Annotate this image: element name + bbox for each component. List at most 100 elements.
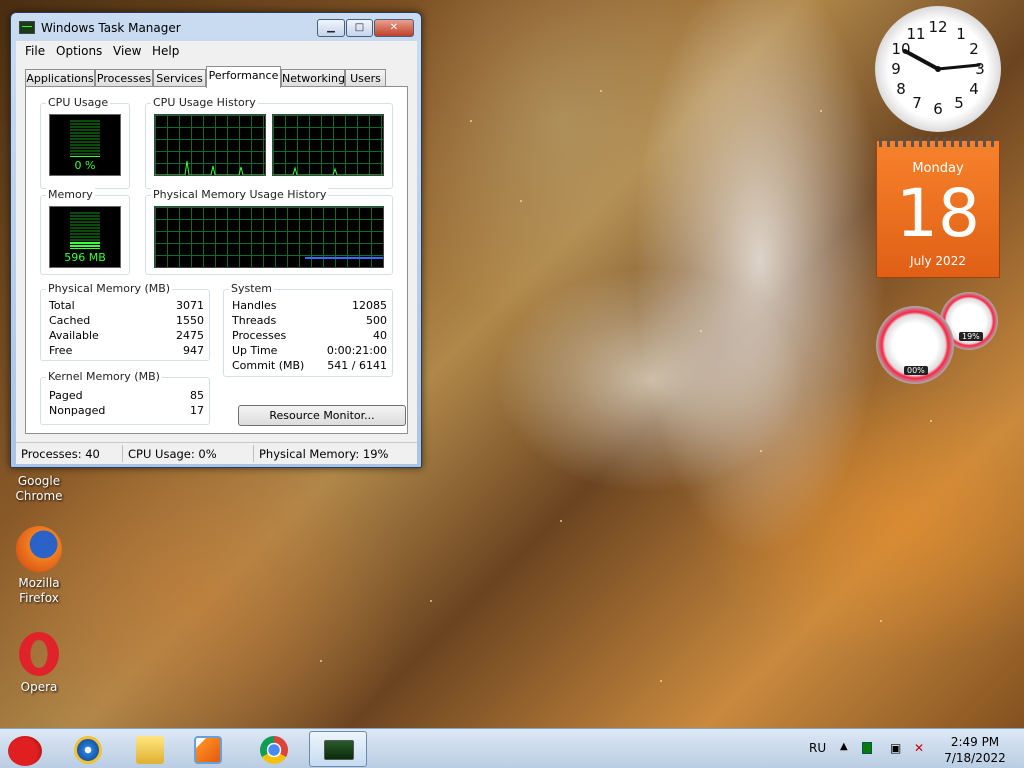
tray-time: 2:49 PM: [950, 735, 1000, 749]
explorer-folder-icon: [136, 736, 164, 764]
tray-clock[interactable]: 2:49 PM 7/18/2022: [940, 734, 1010, 766]
stat-name: Total: [49, 299, 75, 312]
desktop-icon-opera[interactable]: Opera: [4, 632, 74, 695]
stat-value: 17: [190, 404, 204, 417]
cpu-history-graph-core1: [154, 114, 266, 176]
network-icon[interactable]: ▣: [890, 741, 901, 755]
status-physical-memory: Physical Memory: 19%: [259, 447, 389, 461]
desktop-icon-label: Mozilla: [18, 576, 60, 590]
status-processes: Processes: 40: [21, 447, 100, 461]
task-manager-icon: [19, 21, 35, 34]
close-button[interactable]: ✕: [374, 19, 414, 37]
performance-panel: CPU Usage 0 % CPU Usage History Memory 5…: [25, 86, 408, 434]
stat-value: 1550: [176, 314, 204, 327]
stat-row-cached: Cached 1550: [49, 314, 204, 328]
memory-meter-value: 19%: [959, 332, 983, 341]
tab-services[interactable]: Services: [153, 69, 206, 87]
stat-row-paged: Paged 85: [49, 389, 204, 403]
stat-row-handles: Handles 12085: [232, 299, 387, 313]
taskbar-app-angry-birds[interactable]: [0, 731, 54, 767]
status-cpu-usage: CPU Usage: 0%: [128, 447, 217, 461]
desktop-icon-label: Opera: [20, 680, 58, 694]
stat-name: Processes: [232, 329, 287, 342]
stat-row-nonpaged: Nonpaged 17: [49, 404, 204, 418]
window-title: Windows Task Manager: [41, 21, 181, 35]
desktop-icon-label: Google: [17, 474, 61, 488]
taskbar-app-chrome[interactable]: [248, 731, 302, 767]
stat-name: Paged: [49, 389, 83, 402]
desktop-icon-label: Chrome: [15, 489, 63, 503]
wallpaper-sparkle: [560, 520, 562, 522]
taskbar-app-explorer[interactable]: [124, 731, 178, 767]
stat-value: 40: [373, 329, 387, 342]
menu-help[interactable]: Help: [152, 44, 179, 58]
internet-explorer-icon: [74, 736, 102, 764]
stat-name: Threads: [232, 314, 277, 327]
taskbar-app-internet-explorer[interactable]: [62, 731, 116, 767]
desktop-icon-chrome[interactable]: Google Chrome: [4, 474, 74, 504]
calendar-gadget[interactable]: Monday 18 July 2022: [876, 137, 1000, 278]
title-bar[interactable]: Windows Task Manager ▁ □ ✕: [11, 13, 421, 41]
cpu-meter-fill: [70, 156, 100, 157]
tab-users[interactable]: Users: [345, 69, 386, 87]
menu-view[interactable]: View: [113, 44, 141, 58]
memory-meter-fill: [70, 242, 100, 249]
taskbar-app-media-player[interactable]: [182, 731, 236, 767]
taskbar: RU ▲ ▣ ✕ 2:49 PM 7/18/2022: [0, 728, 1024, 768]
volume-muted-icon[interactable]: ✕: [914, 741, 924, 755]
show-hidden-icons-chevron-up-icon[interactable]: ▲: [840, 741, 848, 752]
menu-file[interactable]: File: [25, 44, 45, 58]
desktop-icon-label: Firefox: [19, 591, 59, 605]
cpu-meter-value: 00%: [904, 366, 928, 375]
tray-date: 7/18/2022: [944, 751, 1006, 765]
cpu-usage-meter: 0 %: [49, 114, 121, 176]
stat-name: Handles: [232, 299, 277, 312]
wallpaper-sparkle: [820, 110, 822, 112]
minimize-button[interactable]: ▁: [317, 19, 345, 37]
task-manager-body: Applications Processes Services Performa…: [16, 61, 417, 449]
stat-row-threads: Threads 500: [232, 314, 387, 328]
tab-networking[interactable]: Networking: [281, 69, 345, 87]
desktop-icon-firefox[interactable]: Mozilla Firefox: [4, 526, 74, 606]
kernel-memory-label: Kernel Memory (MB): [46, 370, 162, 383]
memory-group: Memory 596 MB: [40, 188, 130, 275]
stat-value: 12085: [352, 299, 387, 312]
menu-options[interactable]: Options: [56, 44, 102, 58]
resource-monitor-button[interactable]: Resource Monitor...: [238, 405, 406, 426]
language-indicator[interactable]: RU: [809, 741, 826, 755]
tab-performance[interactable]: Performance: [206, 66, 281, 88]
wallpaper-sparkle: [660, 680, 662, 682]
stat-value: 947: [183, 344, 204, 357]
tab-processes[interactable]: Processes: [95, 69, 153, 87]
tab-applications[interactable]: Applications: [25, 69, 95, 87]
memory-value: 596 MB: [64, 251, 106, 264]
maximize-button[interactable]: □: [346, 19, 373, 37]
wallpaper-sparkle: [930, 420, 932, 422]
calendar-rings: [879, 137, 999, 147]
task-manager-window[interactable]: Windows Task Manager ▁ □ ✕ File Options …: [10, 12, 422, 468]
cpu-meter-gadget[interactable]: 00%: [876, 306, 954, 384]
stat-row-processes: Processes 40: [232, 329, 387, 343]
memory-history-label: Physical Memory Usage History: [151, 188, 329, 201]
stat-name: Up Time: [232, 344, 278, 357]
calendar-month: July 2022: [910, 254, 966, 268]
stat-value: 85: [190, 389, 204, 402]
taskbar-app-task-manager[interactable]: [309, 731, 367, 767]
stat-name: Free: [49, 344, 73, 357]
physical-memory-group: Physical Memory (MB) Total 3071 Cached 1…: [40, 282, 210, 361]
wallpaper-sparkle: [470, 120, 472, 122]
stat-value: 541 / 6141: [327, 359, 387, 372]
status-bar: Processes: 40 CPU Usage: 0% Physical Mem…: [16, 442, 417, 464]
stat-name: Available: [49, 329, 99, 342]
cpu-history-group: CPU Usage History: [145, 96, 393, 189]
wallpaper-sparkle: [520, 200, 522, 202]
wallpaper-sparkle: [700, 330, 702, 332]
task-manager-tray-icon[interactable]: [862, 742, 872, 754]
stat-value: 500: [366, 314, 387, 327]
angry-birds-icon: [8, 736, 42, 766]
memory-history-graph: [154, 206, 384, 268]
wallpaper-sparkle: [880, 620, 882, 622]
cpu-history-label: CPU Usage History: [151, 96, 258, 109]
opera-icon: [19, 632, 59, 676]
clock-gadget[interactable]: 12 1 2 3 4 5 6 7 8 9 10 11: [875, 6, 1001, 132]
